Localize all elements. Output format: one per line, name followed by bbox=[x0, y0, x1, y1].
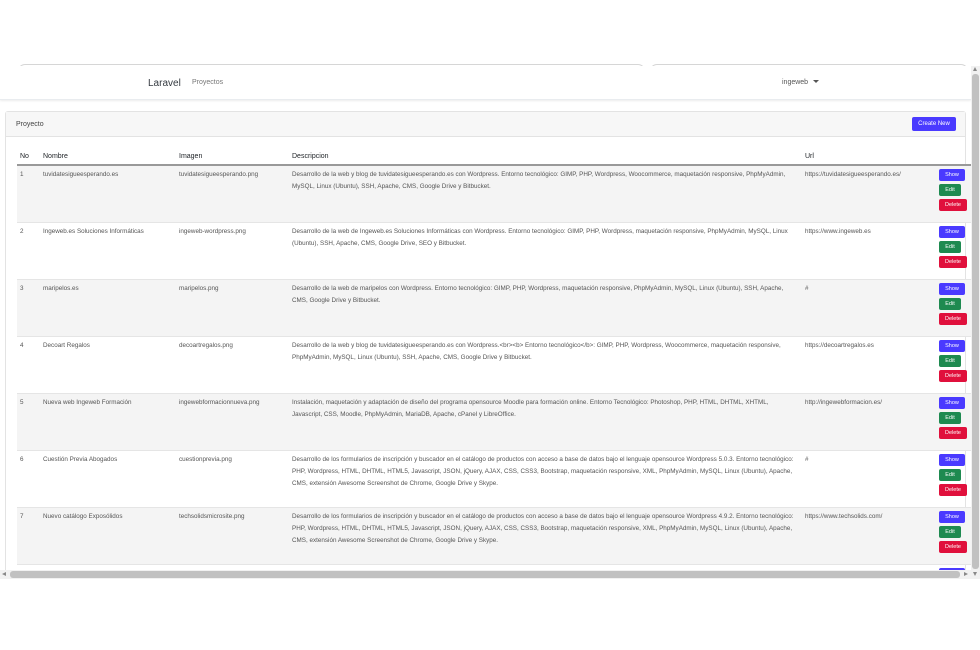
cell-imagen: ingewebformacionnueva.png bbox=[176, 393, 289, 451]
cell-no: 2 bbox=[17, 222, 40, 280]
card-header: Proyecto Create New bbox=[6, 112, 965, 137]
cell-descripcion: Desarrollo de los formularios de inscrip… bbox=[289, 507, 802, 565]
cell-url: https://tuvidatesigueesperando.es/ bbox=[802, 164, 934, 223]
column-header-url: Url bbox=[802, 148, 934, 166]
cell-no: 1 bbox=[17, 164, 40, 223]
horizontal-scroll-thumb[interactable] bbox=[10, 571, 960, 578]
table-row: 6 Cuestión Previa Abogados cuestionprevi… bbox=[17, 450, 971, 508]
cell-imagen: techsolidsmicrosite.png bbox=[176, 507, 289, 565]
cell-nombre: Nuevo catálogo Exposólidos bbox=[40, 507, 176, 565]
cell-nombre: Ingeweb.es Soluciones Informáticas bbox=[40, 222, 176, 280]
cell-url: # bbox=[802, 279, 934, 337]
table-header-row: No Nombre Imagen Descripcion Url bbox=[17, 148, 971, 166]
show-button[interactable]: Show bbox=[939, 454, 965, 466]
cell-no: 5 bbox=[17, 393, 40, 451]
table-row: 2 Ingeweb.es Soluciones Informáticas ing… bbox=[17, 222, 971, 280]
edit-button[interactable]: Edit bbox=[939, 184, 961, 196]
cell-actions: Show Edit Delete bbox=[934, 450, 971, 508]
cell-actions: Show Edit Delete bbox=[934, 507, 971, 565]
edit-button[interactable]: Edit bbox=[939, 412, 961, 424]
cell-nombre: Nueva web Ingeweb Formación bbox=[40, 393, 176, 451]
nav-link-proyectos[interactable]: Proyectos bbox=[192, 79, 223, 86]
cell-nombre: tuvidatesigueesperando.es bbox=[40, 164, 176, 223]
delete-button[interactable]: Delete bbox=[939, 370, 967, 382]
cell-url: https://decoartregalos.es bbox=[802, 336, 934, 394]
cell-no: 7 bbox=[17, 507, 40, 565]
cell-descripcion: Instalación, maquetación y adaptación de… bbox=[289, 393, 802, 451]
user-name: ingeweb bbox=[782, 79, 809, 86]
cell-url: http://ingewebformacion.es/ bbox=[802, 393, 934, 451]
cell-url: # bbox=[802, 450, 934, 508]
table-row: 1 tuvidatesigueesperando.es tuvidatesigu… bbox=[17, 164, 971, 223]
delete-button[interactable]: Delete bbox=[939, 199, 967, 211]
cell-imagen: ingeweb-wordpress.png bbox=[176, 222, 289, 280]
card-title: Proyecto bbox=[16, 121, 44, 128]
edit-button[interactable]: Edit bbox=[939, 469, 961, 481]
page-viewport: Laravel Proyectos ingeweb Proyecto Creat… bbox=[0, 66, 971, 579]
table-row: 4 Decoart Regalos decoartregalos.png Des… bbox=[17, 336, 971, 394]
cell-actions: Show Edit Delete bbox=[934, 164, 971, 223]
delete-button[interactable]: Delete bbox=[939, 256, 967, 268]
column-header-no: No bbox=[17, 148, 40, 166]
delete-button[interactable]: Delete bbox=[939, 427, 967, 439]
cell-nombre: maripelos.es bbox=[40, 279, 176, 337]
user-dropdown[interactable]: ingeweb bbox=[782, 79, 820, 86]
show-button[interactable]: Show bbox=[939, 340, 965, 352]
create-new-button[interactable]: Create New bbox=[912, 117, 956, 131]
cell-actions: Show Edit Delete bbox=[934, 393, 971, 451]
scroll-down-arrow-icon[interactable] bbox=[973, 572, 977, 576]
scroll-right-arrow-icon[interactable] bbox=[964, 572, 968, 576]
projects-table: No Nombre Imagen Descripcion Url 1 tuvid… bbox=[17, 148, 971, 579]
show-button[interactable]: Show bbox=[939, 511, 965, 523]
edit-button[interactable]: Edit bbox=[939, 241, 961, 253]
vertical-scrollbar[interactable] bbox=[971, 66, 980, 579]
cell-imagen: decoartregalos.png bbox=[176, 336, 289, 394]
cell-url: https://www.ingeweb.es bbox=[802, 222, 934, 280]
table-row: 7 Nuevo catálogo Exposólidos techsolidsm… bbox=[17, 507, 971, 565]
cell-descripcion: Desarrollo de la web y blog de tuvidates… bbox=[289, 164, 802, 223]
cell-descripcion: Desarrollo de la web de Ingeweb.es Soluc… bbox=[289, 222, 802, 280]
scroll-left-arrow-icon[interactable] bbox=[2, 572, 6, 576]
edit-button[interactable]: Edit bbox=[939, 298, 961, 310]
delete-button[interactable]: Delete bbox=[939, 313, 967, 325]
vertical-scroll-thumb[interactable] bbox=[972, 74, 979, 569]
delete-button[interactable]: Delete bbox=[939, 484, 967, 496]
cell-actions: Show Edit Delete bbox=[934, 336, 971, 394]
scroll-up-arrow-icon[interactable] bbox=[973, 67, 977, 71]
cell-descripcion: Desarrollo de la web y blog de tuvidates… bbox=[289, 336, 802, 394]
show-button[interactable]: Show bbox=[939, 226, 965, 238]
table-row: 5 Nueva web Ingeweb Formación ingewebfor… bbox=[17, 393, 971, 451]
edit-button[interactable]: Edit bbox=[939, 355, 961, 367]
cell-no: 6 bbox=[17, 450, 40, 508]
column-header-actions bbox=[934, 148, 971, 166]
show-button[interactable]: Show bbox=[939, 283, 965, 295]
cell-actions: Show Edit Delete bbox=[934, 279, 971, 337]
navbar-brand[interactable]: Laravel bbox=[148, 78, 181, 89]
cell-descripcion: Desarrollo de la web de maripelos con Wo… bbox=[289, 279, 802, 337]
cell-imagen: maripelos.png bbox=[176, 279, 289, 337]
cell-no: 4 bbox=[17, 336, 40, 394]
cell-imagen: tuvidatesigueesperando.png bbox=[176, 164, 289, 223]
cell-no: 3 bbox=[17, 279, 40, 337]
show-button[interactable]: Show bbox=[939, 169, 965, 181]
column-header-imagen: Imagen bbox=[176, 148, 289, 166]
horizontal-scrollbar[interactable] bbox=[0, 570, 971, 579]
navbar: Laravel Proyectos ingeweb bbox=[0, 66, 971, 100]
show-button[interactable]: Show bbox=[939, 397, 965, 409]
column-header-descripcion: Descripcion bbox=[289, 148, 802, 166]
edit-button[interactable]: Edit bbox=[939, 526, 961, 538]
cell-url: https://www.techsolids.com/ bbox=[802, 507, 934, 565]
cell-descripcion: Desarrollo de los formularios de inscrip… bbox=[289, 450, 802, 508]
chevron-down-icon bbox=[813, 80, 820, 83]
delete-button[interactable]: Delete bbox=[939, 541, 967, 553]
projects-card: Proyecto Create New No Nombre Imagen Des… bbox=[5, 111, 971, 579]
cell-imagen: cuestionprevia.png bbox=[176, 450, 289, 508]
cell-actions: Show Edit Delete bbox=[934, 222, 971, 280]
table-row: 3 maripelos.es maripelos.png Desarrollo … bbox=[17, 279, 971, 337]
cell-nombre: Decoart Regalos bbox=[40, 336, 176, 394]
cell-nombre: Cuestión Previa Abogados bbox=[40, 450, 176, 508]
column-header-nombre: Nombre bbox=[40, 148, 176, 166]
